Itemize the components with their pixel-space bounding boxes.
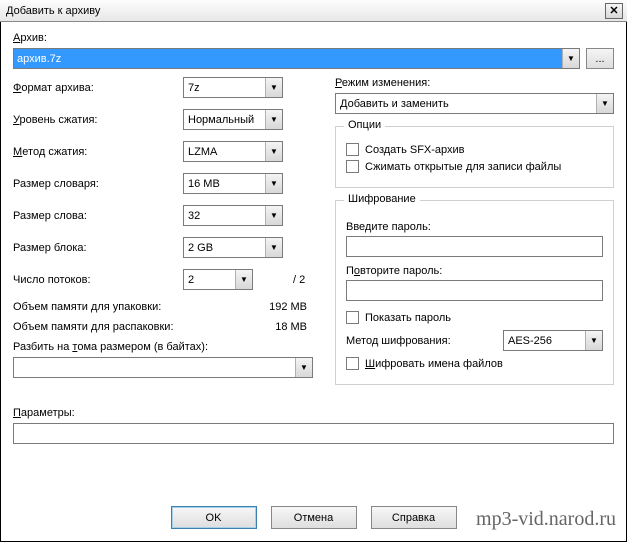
sfx-label: Создать SFX-архив [365,144,465,156]
word-size-label: Размер слова: [13,210,183,222]
memory-pack-value: 192 MB [269,301,307,313]
compression-method-select[interactable] [183,141,283,162]
block-size-label: Размер блока: [13,242,183,254]
password-label: Введите пароль: [346,221,603,233]
options-legend: Опции [344,119,385,131]
dictionary-size-select[interactable] [183,173,283,194]
cancel-button[interactable]: Отмена [271,506,357,529]
dictionary-size-label: Размер словаря: [13,178,183,190]
button-bar: OK Отмена Справка [1,506,626,529]
archive-format-select[interactable] [183,77,283,98]
ok-button[interactable]: OK [171,506,257,529]
compress-shared-checkbox[interactable] [346,160,359,173]
memory-unpack-value: 18 MB [275,321,307,333]
memory-unpack-label: Объем памяти для распаковки: [13,321,174,333]
split-label: Разбить на тома размером (в байтах): [13,341,313,353]
window-title: Добавить к архиву [6,5,100,17]
word-size-select[interactable] [183,205,283,226]
left-column: Формат архива: ▼ Уровень сжатия: ▼ Метод… [13,77,313,397]
password-repeat-label: Повторите пароль: [346,265,603,277]
title-bar: Добавить к архиву ✕ [0,0,627,22]
password-repeat-input[interactable] [346,280,603,301]
close-icon: ✕ [609,4,618,17]
compress-shared-label: Сжимать открытые для записи файлы [365,161,561,173]
compression-method-label: Метод сжатия: [13,146,183,158]
update-mode-label: Режим изменения: [335,77,614,89]
encryption-legend: Шифрование [344,193,420,205]
browse-button[interactable]: ... [586,48,614,69]
right-column: Режим изменения: ▼ Опции Создать SFX-арх… [335,77,614,397]
options-group: Опции Создать SFX-архив Сжимать открытые… [335,126,614,188]
encrypt-names-checkbox[interactable] [346,357,359,370]
close-button[interactable]: ✕ [605,3,623,19]
threads-select[interactable] [183,269,253,290]
archive-label: Архив: [13,32,614,44]
archive-name-input[interactable] [13,48,580,69]
password-input[interactable] [346,236,603,257]
encrypt-names-label: Шифровать имена файлов [365,358,503,370]
update-mode-select[interactable] [335,93,614,114]
encryption-method-select[interactable] [503,330,603,351]
block-size-select[interactable] [183,237,283,258]
encryption-method-label: Метод шифрования: [346,335,451,347]
compression-level-select[interactable] [183,109,283,130]
compression-level-label: Уровень сжатия: [13,114,183,126]
threads-label: Число потоков: [13,274,183,286]
show-password-checkbox[interactable] [346,311,359,324]
encryption-group: Шифрование Введите пароль: Повторите пар… [335,200,614,385]
help-button[interactable]: Справка [371,506,457,529]
parameters-input[interactable] [13,423,614,444]
sfx-checkbox[interactable] [346,143,359,156]
parameters-label: Параметры: [13,407,614,419]
memory-pack-label: Объем памяти для упаковки: [13,301,161,313]
show-password-label: Показать пароль [365,312,451,324]
format-label: Формат архива: [13,82,183,94]
threads-max: / 2 [293,274,305,286]
dialog-content: Архив: ▼ ... Формат архива: ▼ Уровень сж… [0,22,627,542]
split-size-select[interactable] [13,357,313,378]
